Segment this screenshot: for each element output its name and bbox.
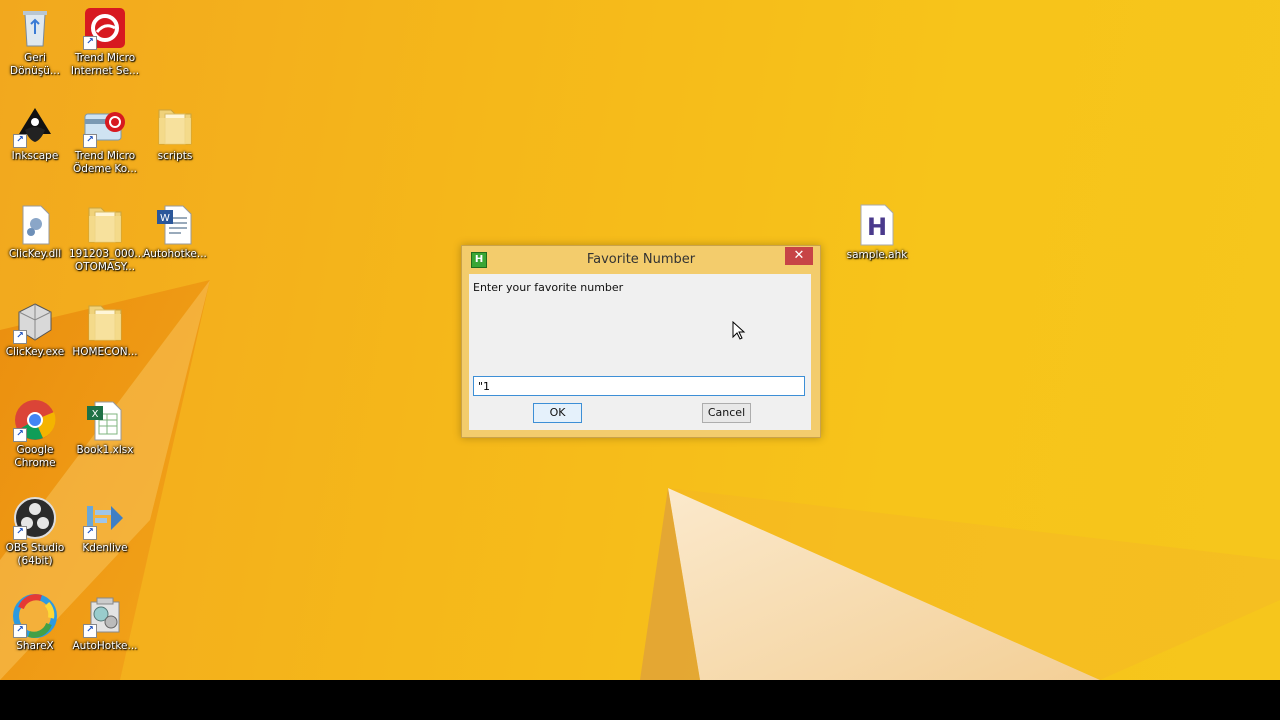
desktop-icon-label: Trend Micro Ödeme Ko...	[72, 150, 138, 175]
desktop-icon-google-chrome[interactable]: ↗ Google Chrome	[0, 398, 70, 470]
desktop-icon-label: scripts	[157, 150, 193, 162]
desktop-icon-autohotkey-doc[interactable]: W Autohotke...	[140, 202, 210, 261]
desktop-icon-obs-studio[interactable]: ↗ OBS Studio (64bit)	[0, 496, 70, 568]
sharex-icon: ↗	[13, 594, 57, 638]
desktop-icon-label: AutoHotke...	[72, 640, 138, 652]
document-icon: W	[153, 202, 197, 246]
desktop-icon-label: ClicKey.exe	[5, 346, 65, 358]
svg-text:W: W	[160, 213, 170, 224]
kdenlive-icon: ↗	[83, 496, 127, 540]
desktop: Geri Dönüşü... ↗ Inkscape ClicKey.dll ↗ …	[0, 0, 1280, 680]
desktop-icon-label: ClicKey.dll	[8, 248, 62, 260]
desktop-icon-trend-micro-payment[interactable]: ↗ Trend Micro Ödeme Ko...	[70, 104, 140, 176]
obs-icon: ↗	[13, 496, 57, 540]
desktop-icon-label: Geri Dönüşü...	[10, 52, 60, 77]
desktop-icon-label: sample.ahk	[846, 249, 908, 261]
desktop-icon-trend-micro-internet-security[interactable]: ↗ Trend Micro Internet Se...	[70, 6, 140, 78]
desktop-icon-label: Autohotke...	[143, 248, 207, 260]
desktop-icon-label: Trend Micro Internet Se...	[70, 52, 140, 77]
ok-button[interactable]: OK	[533, 403, 582, 423]
exe-file-icon: ↗	[13, 300, 57, 344]
dialog-title: Favorite Number	[586, 252, 696, 267]
autohotkey-installer-icon: ↗	[83, 594, 127, 638]
svg-text:X: X	[92, 409, 99, 420]
favorite-number-input[interactable]	[473, 376, 805, 396]
desktop-icon-label: OBS Studio (64bit)	[5, 542, 65, 567]
dialog-prompt: Enter your favorite number	[473, 281, 624, 294]
letterbox-bar	[0, 680, 1280, 720]
svg-text:H: H	[867, 213, 887, 241]
desktop-icon-book1-xlsx[interactable]: X Book1.xlsx	[70, 398, 140, 457]
desktop-icon-label: Kdenlive	[82, 542, 128, 554]
trend-micro-payment-icon: ↗	[83, 104, 127, 148]
close-button[interactable]: ✕	[785, 247, 813, 265]
excel-file-icon: X	[83, 398, 127, 442]
dll-file-icon	[13, 202, 57, 246]
favorite-number-dialog: H Favorite Number ✕ Enter your favorite …	[461, 245, 821, 438]
inkscape-icon: ↗	[13, 104, 57, 148]
ahk-file-icon: H	[855, 203, 899, 247]
desktop-icon-clickey-dll[interactable]: ClicKey.dll	[0, 202, 70, 261]
desktop-icon-recycle-bin[interactable]: Geri Dönüşü...	[0, 6, 70, 78]
dialog-client-area: Enter your favorite number OK Cancel	[469, 274, 811, 430]
desktop-icon-sharex[interactable]: ↗ ShareX	[0, 594, 70, 653]
folder-icon	[83, 300, 127, 344]
desktop-icon-homecon-folder[interactable]: HOMECON...	[70, 300, 140, 359]
chrome-icon: ↗	[13, 398, 57, 442]
desktop-icon-clickey-exe[interactable]: ↗ ClicKey.exe	[0, 300, 70, 359]
desktop-icon-label: HOMECON...	[72, 346, 138, 358]
desktop-icon-kdenlive[interactable]: ↗ Kdenlive	[70, 496, 140, 555]
folder-icon	[153, 104, 197, 148]
desktop-icon-inkscape[interactable]: ↗ Inkscape	[0, 104, 70, 163]
mouse-cursor-icon	[732, 321, 746, 340]
desktop-icon-label: 191203_000... OTOMASY...	[69, 248, 145, 273]
desktop-icon-sample-ahk[interactable]: H sample.ahk	[842, 203, 912, 262]
trend-micro-icon: ↗	[83, 6, 127, 50]
folder-icon	[83, 202, 127, 246]
desktop-icon-autohotkey-installer[interactable]: ↗ AutoHotke...	[70, 594, 140, 653]
desktop-icon-191203-folder[interactable]: 191203_000... OTOMASY...	[69, 202, 145, 274]
desktop-icon-label: ShareX	[16, 640, 54, 652]
desktop-icon-scripts-folder[interactable]: scripts	[140, 104, 210, 163]
desktop-icon-label: Google Chrome	[14, 444, 56, 469]
desktop-icon-label: Book1.xlsx	[76, 444, 134, 456]
dialog-title-bar[interactable]: H Favorite Number ✕	[462, 246, 820, 274]
recycle-bin-icon	[13, 6, 57, 50]
cancel-button[interactable]: Cancel	[702, 403, 751, 423]
